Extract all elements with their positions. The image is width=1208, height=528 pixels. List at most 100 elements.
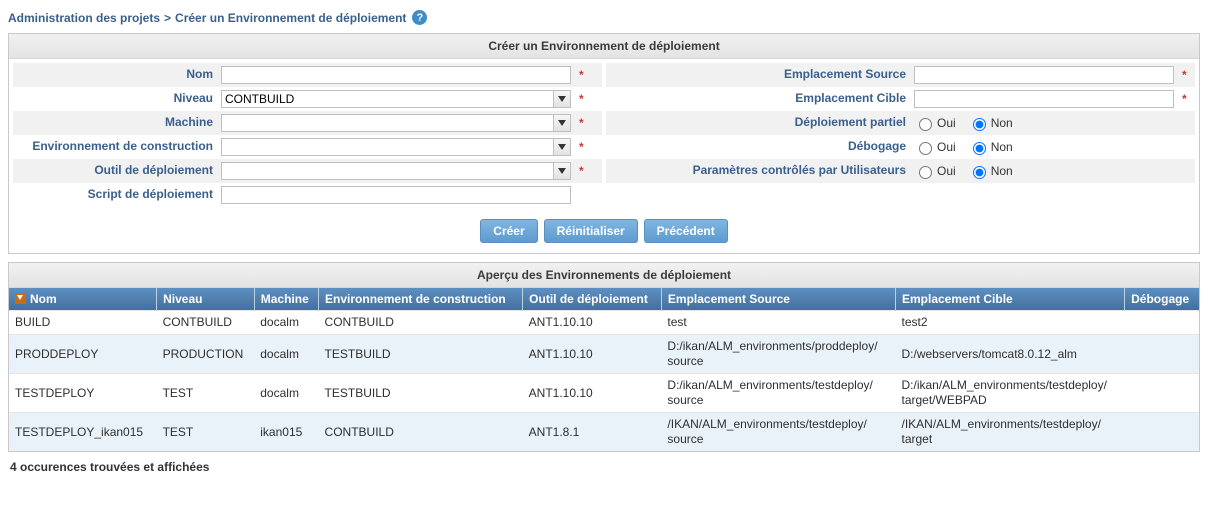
label-source: Emplacement Source bbox=[606, 68, 914, 82]
cell-debug bbox=[1125, 374, 1199, 413]
row-env-constr: Environnement de construction * bbox=[13, 135, 602, 159]
required-marker: * bbox=[579, 68, 584, 82]
col-cible[interactable]: Emplacement Cible bbox=[896, 288, 1125, 311]
table-row[interactable]: TESTDEPLOY_ikan015TESTikan015CONTBUILDAN… bbox=[9, 413, 1199, 452]
table-row[interactable]: BUILDCONTBUILDdocalmCONTBUILDANT1.10.10t… bbox=[9, 311, 1199, 335]
radio-partiel-oui[interactable]: Oui bbox=[914, 115, 956, 131]
breadcrumb-separator: > bbox=[164, 11, 171, 25]
chevron-down-icon[interactable] bbox=[553, 162, 571, 180]
breadcrumb-admin-link[interactable]: Administration des projets bbox=[8, 11, 160, 25]
label-script: Script de déploiement bbox=[13, 188, 221, 202]
cell-source: test bbox=[661, 311, 895, 335]
cell-cible: /IKAN/ALM_environments/testdeploy/ targe… bbox=[896, 413, 1125, 452]
label-outil: Outil de déploiement bbox=[13, 164, 221, 178]
cell-env_constr: TESTBUILD bbox=[319, 335, 523, 374]
radio-params-non[interactable]: Non bbox=[968, 163, 1013, 179]
input-source[interactable] bbox=[914, 66, 1174, 84]
cell-machine: docalm bbox=[254, 374, 318, 413]
chevron-down-icon[interactable] bbox=[553, 138, 571, 156]
cell-niveau: PRODUCTION bbox=[157, 335, 255, 374]
row-debug: Débogage Oui Non bbox=[606, 135, 1195, 159]
cell-nom: TESTDEPLOY_ikan015 bbox=[9, 413, 157, 452]
col-outil[interactable]: Outil de déploiement bbox=[523, 288, 662, 311]
cell-cible: test2 bbox=[896, 311, 1125, 335]
col-niveau[interactable]: Niveau bbox=[157, 288, 255, 311]
row-partiel: Déploiement partiel Oui Non bbox=[606, 111, 1195, 135]
cell-machine: docalm bbox=[254, 311, 318, 335]
col-nom[interactable]: Nom bbox=[9, 288, 157, 311]
cell-outil: ANT1.10.10 bbox=[523, 311, 662, 335]
overview-panel-title: Aperçu des Environnements de déploiement bbox=[9, 263, 1199, 288]
required-marker: * bbox=[579, 164, 584, 178]
create-panel-title: Créer un Environnement de déploiement bbox=[9, 34, 1199, 59]
radio-debug-oui[interactable]: Oui bbox=[914, 139, 956, 155]
col-source[interactable]: Emplacement Source bbox=[661, 288, 895, 311]
cell-env_constr: CONTBUILD bbox=[319, 311, 523, 335]
label-machine: Machine bbox=[13, 116, 221, 130]
label-partiel: Déploiement partiel bbox=[606, 116, 914, 130]
col-env-constr[interactable]: Environnement de construction bbox=[319, 288, 523, 311]
breadcrumb: Administration des projets > Créer un En… bbox=[8, 10, 1204, 25]
cell-source: D:/ikan/ALM_environments/proddeploy/ sou… bbox=[661, 335, 895, 374]
chevron-down-icon[interactable] bbox=[553, 90, 571, 108]
label-niveau: Niveau bbox=[13, 92, 221, 106]
required-marker: * bbox=[579, 140, 584, 154]
row-outil: Outil de déploiement * bbox=[13, 159, 602, 183]
cell-outil: ANT1.10.10 bbox=[523, 374, 662, 413]
help-icon[interactable]: ? bbox=[412, 10, 427, 25]
table-row[interactable]: TESTDEPLOYTESTdocalmTESTBUILDANT1.10.10D… bbox=[9, 374, 1199, 413]
chevron-down-icon[interactable] bbox=[553, 114, 571, 132]
cell-nom: PRODDEPLOY bbox=[9, 335, 157, 374]
cell-machine: docalm bbox=[254, 335, 318, 374]
reset-button[interactable]: Réinitialiser bbox=[544, 219, 638, 243]
label-params: Paramètres contrôlés par Utilisateurs bbox=[606, 164, 914, 178]
form-right-column: Emplacement Source * Emplacement Cible *… bbox=[604, 63, 1197, 207]
cell-source: D:/ikan/ALM_environments/testdeploy/ sou… bbox=[661, 374, 895, 413]
cell-machine: ikan015 bbox=[254, 413, 318, 452]
row-niveau: Niveau * bbox=[13, 87, 602, 111]
cell-debug bbox=[1125, 311, 1199, 335]
required-marker: * bbox=[1182, 92, 1187, 106]
cell-niveau: TEST bbox=[157, 374, 255, 413]
overview-table: Nom Niveau Machine Environnement de cons… bbox=[9, 288, 1199, 451]
cell-env_constr: CONTBUILD bbox=[319, 413, 523, 452]
form-left-column: Nom * Niveau * bbox=[11, 63, 604, 207]
label-nom: Nom bbox=[13, 68, 221, 82]
cell-debug bbox=[1125, 335, 1199, 374]
label-env-constr: Environnement de construction bbox=[13, 140, 221, 154]
create-panel: Créer un Environnement de déploiement No… bbox=[8, 33, 1200, 254]
create-form: Nom * Niveau * bbox=[9, 59, 1199, 211]
input-nom[interactable] bbox=[221, 66, 571, 84]
input-script[interactable] bbox=[221, 186, 571, 204]
row-script: Script de déploiement bbox=[13, 183, 602, 207]
cell-env_constr: TESTBUILD bbox=[319, 374, 523, 413]
select-outil[interactable] bbox=[221, 162, 553, 180]
select-env-constr[interactable] bbox=[221, 138, 553, 156]
cell-nom: BUILD bbox=[9, 311, 157, 335]
col-machine[interactable]: Machine bbox=[254, 288, 318, 311]
radio-partiel-non[interactable]: Non bbox=[968, 115, 1013, 131]
col-debug[interactable]: Débogage bbox=[1125, 288, 1199, 311]
label-debug: Débogage bbox=[606, 140, 914, 154]
cell-outil: ANT1.8.1 bbox=[523, 413, 662, 452]
cell-cible: D:/ikan/ALM_environments/testdeploy/ tar… bbox=[896, 374, 1125, 413]
required-marker: * bbox=[579, 116, 584, 130]
table-row[interactable]: PRODDEPLOYPRODUCTIONdocalmTESTBUILDANT1.… bbox=[9, 335, 1199, 374]
cell-source: /IKAN/ALM_environments/testdeploy/ sourc… bbox=[661, 413, 895, 452]
back-button[interactable]: Précédent bbox=[644, 219, 728, 243]
cell-debug bbox=[1125, 413, 1199, 452]
overview-panel: Aperçu des Environnements de déploiement… bbox=[8, 262, 1200, 452]
select-niveau[interactable] bbox=[221, 90, 553, 108]
row-source: Emplacement Source * bbox=[606, 63, 1195, 87]
create-button[interactable]: Créer bbox=[480, 219, 537, 243]
required-marker: * bbox=[579, 92, 584, 106]
radio-debug-non[interactable]: Non bbox=[968, 139, 1013, 155]
status-text: 4 occurences trouvées et affichées bbox=[10, 460, 1200, 474]
cell-niveau: CONTBUILD bbox=[157, 311, 255, 335]
input-cible[interactable] bbox=[914, 90, 1174, 108]
select-machine[interactable] bbox=[221, 114, 553, 132]
label-cible: Emplacement Cible bbox=[606, 92, 914, 106]
row-cible: Emplacement Cible * bbox=[606, 87, 1195, 111]
radio-params-oui[interactable]: Oui bbox=[914, 163, 956, 179]
table-header-row: Nom Niveau Machine Environnement de cons… bbox=[9, 288, 1199, 311]
